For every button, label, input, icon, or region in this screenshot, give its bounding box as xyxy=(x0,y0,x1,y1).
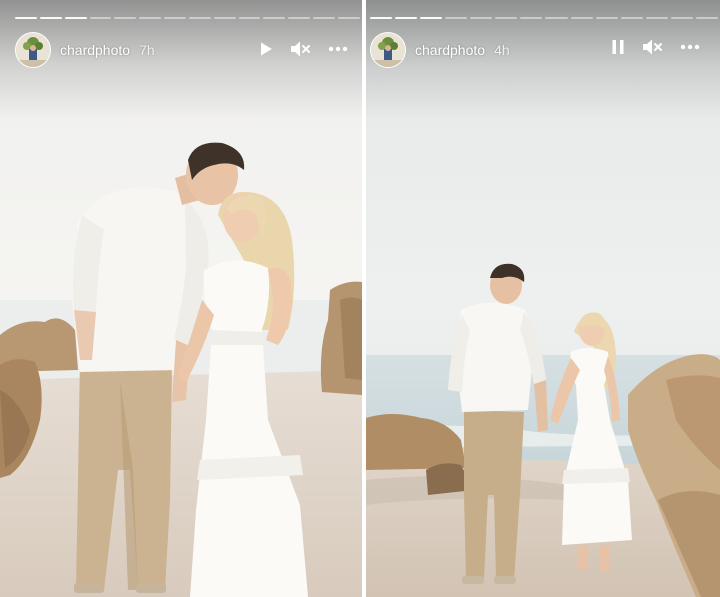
story-panel-left[interactable]: chardphoto 7h xyxy=(0,0,362,597)
progress-segment xyxy=(15,17,37,19)
progress-segment xyxy=(545,17,568,19)
story-progress-bar xyxy=(15,17,360,19)
more-horizontal-icon[interactable] xyxy=(327,38,349,60)
progress-segment xyxy=(337,17,360,19)
muted-speaker-icon[interactable] xyxy=(641,36,663,58)
pause-icon[interactable] xyxy=(607,36,629,58)
muted-speaker-icon[interactable] xyxy=(289,38,311,60)
story-viewer: chardphoto 7h chardphoto 4h xyxy=(0,0,720,597)
story-progress-bar xyxy=(370,17,718,19)
progress-segment xyxy=(139,17,162,19)
progress-segment xyxy=(495,17,518,19)
username[interactable]: chardphoto xyxy=(60,42,130,58)
story-header: chardphoto 4h xyxy=(370,32,510,68)
post-time: 7h xyxy=(139,42,155,58)
progress-segment xyxy=(595,17,618,19)
progress-segment xyxy=(64,17,87,19)
progress-segment xyxy=(470,17,493,19)
post-time: 4h xyxy=(494,42,510,58)
progress-segment xyxy=(370,17,393,19)
progress-segment xyxy=(445,17,468,19)
story-panel-right[interactable]: chardphoto 4h xyxy=(366,0,720,597)
progress-segment xyxy=(570,17,593,19)
progress-segment xyxy=(313,17,335,19)
progress-segment xyxy=(520,17,543,19)
progress-segment xyxy=(263,17,286,19)
avatar[interactable] xyxy=(370,32,406,68)
progress-segment xyxy=(238,17,261,19)
progress-segment xyxy=(39,17,62,19)
progress-segment xyxy=(114,17,137,19)
progress-segment xyxy=(288,17,311,19)
progress-segment xyxy=(645,17,668,19)
progress-segment xyxy=(164,17,186,19)
progress-segment xyxy=(188,17,211,19)
story-photo xyxy=(0,0,362,597)
progress-segment xyxy=(213,17,236,19)
avatar[interactable] xyxy=(15,32,51,68)
progress-segment xyxy=(620,17,643,19)
progress-segment xyxy=(670,17,693,19)
username[interactable]: chardphoto xyxy=(415,42,485,58)
story-photo xyxy=(366,0,720,597)
progress-segment xyxy=(695,17,718,19)
more-horizontal-icon[interactable] xyxy=(679,36,701,58)
progress-segment xyxy=(89,17,112,19)
progress-segment xyxy=(395,17,418,19)
progress-segment xyxy=(420,17,443,19)
story-header: chardphoto 7h xyxy=(15,32,155,68)
play-icon[interactable] xyxy=(255,38,277,60)
